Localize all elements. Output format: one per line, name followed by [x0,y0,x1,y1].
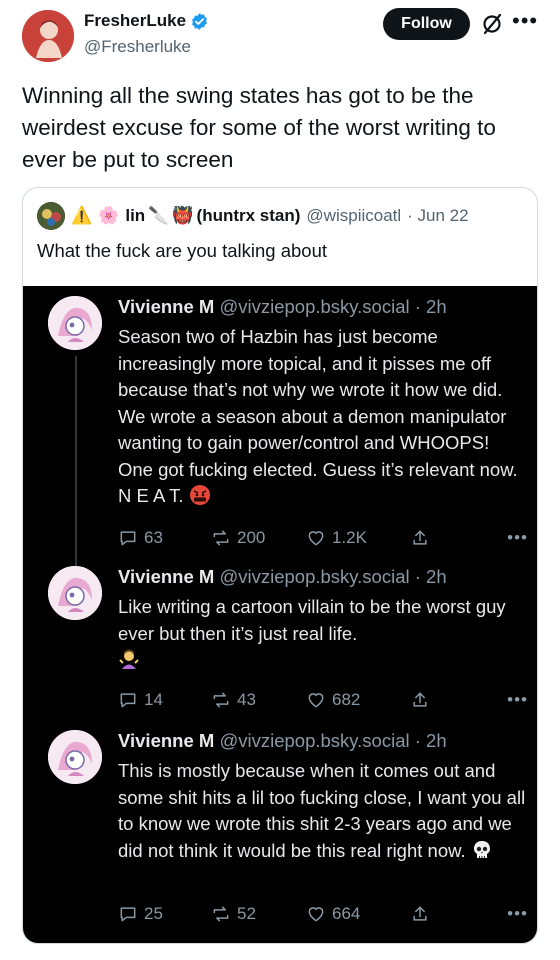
reply-action: 63 [118,528,211,548]
more-options-icon[interactable]: ••• [512,10,538,32]
more-icon: ••• [507,690,528,709]
heart-icon [308,693,324,708]
reply-action: 25 [118,904,211,924]
quoted-post-time[interactable]: · Jun 22 [407,206,468,226]
author-avatar[interactable] [22,10,74,62]
more-icon: ••• [507,528,528,547]
post-body: Season two of Hazbin has just become inc… [118,326,518,506]
author-display-name[interactable]: FresherLuke [84,11,186,31]
repost-icon [213,692,229,708]
heart-icon [308,531,324,546]
quoted-author-handle[interactable]: @wispiicoatl [306,206,401,226]
grok-icon[interactable] [480,12,504,36]
angry-face-emoji [189,485,210,505]
post-avatar [48,566,102,620]
like-action: 682 [306,690,410,710]
repost-icon [213,906,229,922]
post-actions: 14 43 682 ••• [118,690,528,710]
post-header: Vivienne M @vivziepop.bsky.social · 2h [118,566,447,587]
reply-action: 14 [118,690,211,710]
attached-screenshot-image[interactable]: Vivienne M @vivziepop.bsky.social · 2h S… [23,286,537,943]
quoted-post-text: What the fuck are you talking about [37,240,328,261]
knife-emoji: 🔪 [148,206,170,225]
post-body: Like writing a cartoon villain to be the… [118,594,528,674]
verified-badge-icon [192,12,207,30]
quoted-author-avatar[interactable] [37,202,65,230]
post-avatar [48,296,102,350]
warning-emoji: ⚠️ [71,206,93,225]
like-action: 1.2K [306,528,410,548]
author-name-row: FresherLuke [84,11,209,31]
share-icon [413,692,427,707]
post-avatar [48,730,102,784]
post-header: Vivienne M @vivziepop.bsky.social · 2h [118,296,447,317]
repost-icon [213,530,229,546]
reply-icon [120,531,136,546]
thread-connector-line [75,356,77,566]
quoted-post[interactable]: ⚠️ 🌸 lin 🔪 👹 (huntrx stan) @wispiicoatl … [22,187,538,944]
heart-icon [308,907,324,922]
more-icon: ••• [507,904,528,923]
post-header: Vivienne M @vivziepop.bsky.social · 2h [118,730,447,751]
demon-emoji: 👹 [172,206,194,225]
reply-icon [120,907,136,922]
author-handle[interactable]: @Fresherluke [84,37,191,57]
reply-icon [120,693,136,708]
like-action: 664 [306,904,410,924]
post-actions: 63 200 1.2K ••• [118,528,528,548]
flower-emoji: 🌸 [98,206,120,225]
post-body: This is mostly because when it comes out… [118,760,526,861]
repost-action: 43 [211,690,306,710]
repost-action: 52 [211,904,306,924]
post-actions: 25 52 664 ••• [118,904,528,924]
share-icon [413,530,427,545]
shrug-emoji [119,649,139,669]
skull-emoji [473,840,490,858]
tweet-text: Winning all the swing states has got to … [22,83,496,172]
repost-action: 200 [211,528,306,548]
follow-button[interactable]: Follow [383,8,470,40]
share-icon [413,906,427,921]
quoted-post-header: ⚠️ 🌸 lin 🔪 👹 (huntrx stan) @wispiicoatl … [37,202,469,230]
quoted-author-name[interactable]: lin 🔪 👹 (huntrx stan) [125,206,300,226]
